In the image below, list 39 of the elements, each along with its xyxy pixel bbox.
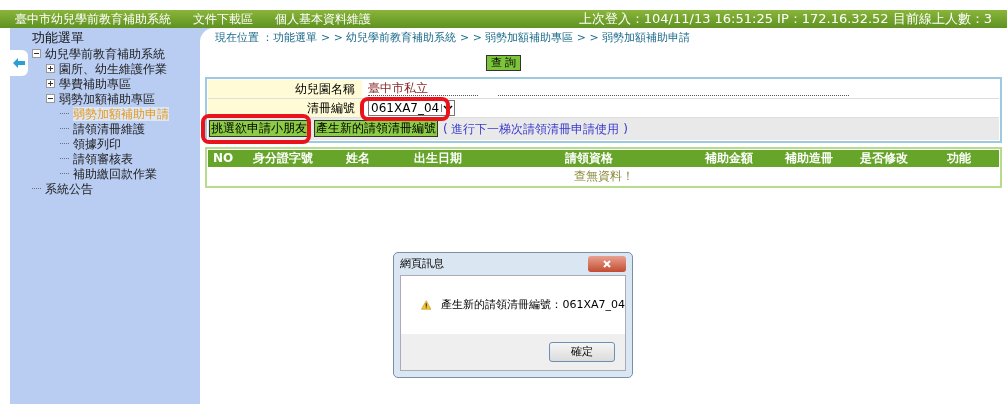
tree-item[interactable]: 請領清冊維護: [73, 121, 145, 136]
tree-item[interactable]: 補助繳回款作業: [73, 166, 157, 181]
close-button[interactable]: [588, 256, 626, 272]
action-button[interactable]: 產生新的請領清冊編號: [314, 120, 438, 137]
close-icon: [603, 260, 611, 268]
column-header: 補助金額: [704, 150, 754, 167]
minus-box-icon[interactable]: [46, 94, 55, 103]
dialog-message: 產生新的請領清冊編號：061XA7_04: [441, 296, 625, 313]
column-header: 身分證字號: [252, 150, 314, 167]
plus-box-icon[interactable]: [46, 64, 55, 73]
sidebar-title: 功能選單: [32, 30, 85, 46]
tree-item[interactable]: 系統公告: [45, 181, 93, 196]
column-header: 姓名: [345, 150, 371, 167]
tree-item[interactable]: 學費補助專區: [59, 76, 131, 91]
query-button[interactable]: 查 詢: [485, 54, 522, 71]
tree-item[interactable]: 幼兒學前教育補助系統: [45, 46, 165, 61]
minus-box-icon[interactable]: [32, 49, 41, 58]
text-field[interactable]: 臺中市私立: [368, 81, 478, 96]
breadcrumb: 現在位置 ：功能選單 > > 幼兒學前教育補助系統 > > 弱勢加額補助專區 > > 弱勢加額補助申請: [214, 30, 692, 46]
column-header: 請領資格: [563, 150, 614, 167]
tree-item[interactable]: 請領審核表: [73, 151, 133, 166]
tree-item[interactable]: 領據列印: [73, 136, 121, 151]
dialog-title: 網頁訊息: [400, 255, 444, 272]
note-text: ( 進行下一梯次請領清冊申請使用 ): [443, 120, 628, 138]
column-header: 出生日期: [413, 150, 463, 167]
column-header: NO: [211, 150, 235, 167]
empty-message: 查無資料！: [572, 167, 635, 185]
arrow-left-icon: [13, 58, 25, 68]
caret-icon: [441, 103, 455, 112]
plus-box-icon[interactable]: [46, 79, 55, 88]
column-header: 是否修改: [859, 150, 909, 167]
column-header: 補助造冊: [784, 150, 834, 167]
ok-button[interactable]: 確定: [549, 342, 615, 362]
tree-item[interactable]: 弱勢加額補助專區: [59, 91, 155, 106]
column-header: 功能: [946, 150, 972, 167]
action-button[interactable]: 挑選欲申請小朋友: [209, 120, 309, 137]
field-label: 幼兒園名稱: [208, 79, 362, 98]
tree-item[interactable]: 園所、幼生維護作業: [59, 61, 167, 76]
login-info: 上次登入：104/11/13 16:51:25 IP：172.16.32.52 目前線上人數：3: [578, 10, 992, 29]
